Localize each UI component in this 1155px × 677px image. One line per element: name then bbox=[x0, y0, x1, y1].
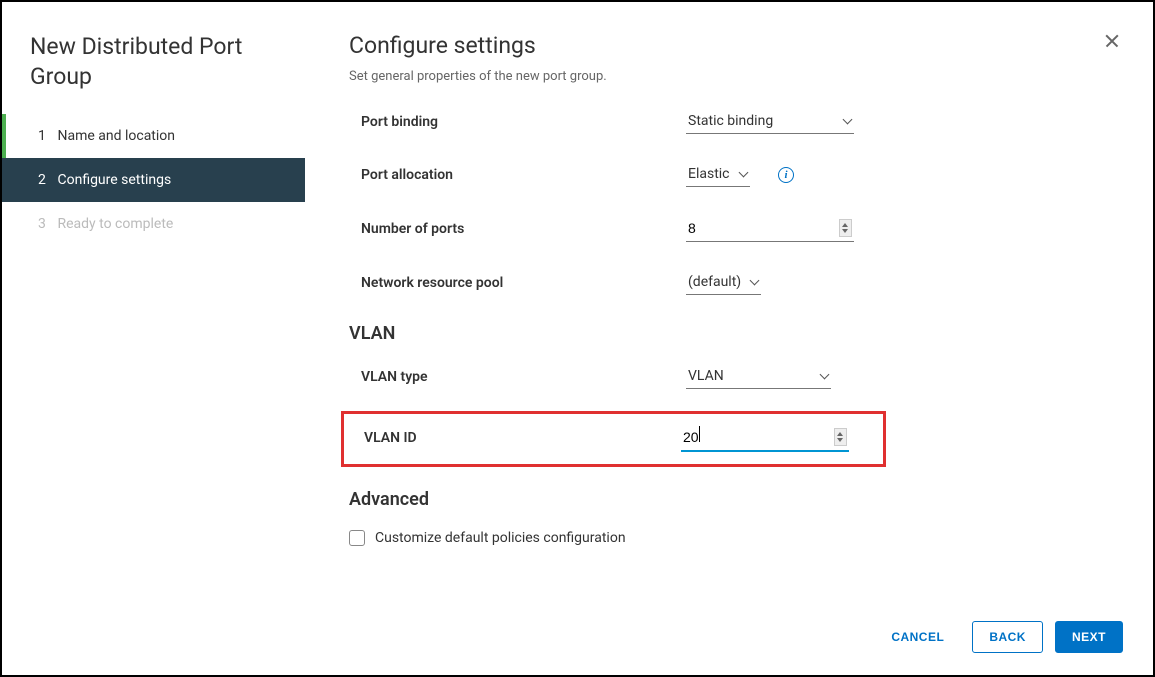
step-label: Name and location bbox=[57, 128, 175, 144]
step-configure-settings[interactable]: 2 Configure settings bbox=[2, 158, 305, 202]
page-subtitle: Set general properties of the new port g… bbox=[349, 69, 1109, 84]
next-button[interactable]: NEXT bbox=[1055, 621, 1123, 653]
port-binding-row: Port binding Static binding bbox=[361, 109, 1109, 134]
vlan-id-field[interactable] bbox=[683, 429, 834, 445]
customize-policies-checkbox[interactable] bbox=[349, 530, 365, 546]
vlan-type-label: VLAN type bbox=[361, 369, 686, 385]
network-resource-pool-select[interactable]: (default) bbox=[686, 270, 761, 295]
step-ready-to-complete: 3 Ready to complete bbox=[2, 202, 305, 246]
number-of-ports-row: Number of ports bbox=[361, 215, 1109, 242]
step-number: 2 bbox=[38, 172, 54, 188]
wizard-sidebar: New Distributed Port Group 1 Name and lo… bbox=[2, 2, 305, 675]
vlan-id-label: VLAN ID bbox=[364, 430, 681, 446]
port-binding-value: Static binding bbox=[688, 113, 773, 129]
wizard-footer: CANCEL BACK NEXT bbox=[875, 621, 1123, 653]
wizard-content: Configure settings Set general propertie… bbox=[305, 2, 1153, 675]
network-resource-pool-value: (default) bbox=[688, 274, 741, 290]
wizard-title: New Distributed Port Group bbox=[2, 32, 305, 114]
network-resource-pool-label: Network resource pool bbox=[361, 275, 686, 291]
port-allocation-row: Port allocation Elastic i bbox=[361, 162, 1109, 187]
close-icon[interactable] bbox=[1101, 30, 1123, 52]
step-name-and-location[interactable]: 1 Name and location bbox=[2, 114, 305, 158]
network-resource-pool-row: Network resource pool (default) bbox=[361, 270, 1109, 295]
wizard-steps: 1 Name and location 2 Configure settings… bbox=[2, 114, 305, 246]
advanced-section-header: Advanced bbox=[349, 489, 1109, 510]
info-icon[interactable]: i bbox=[778, 167, 794, 183]
vlan-section-header: VLAN bbox=[349, 323, 1109, 344]
customize-policies-row: Customize default policies configuration bbox=[349, 530, 1109, 546]
chevron-down-icon bbox=[819, 373, 829, 379]
vlan-type-select[interactable]: VLAN bbox=[686, 364, 831, 389]
chevron-down-icon bbox=[738, 171, 748, 177]
port-allocation-value: Elastic bbox=[688, 166, 730, 182]
text-cursor-icon bbox=[699, 426, 700, 442]
wizard-dialog: New Distributed Port Group 1 Name and lo… bbox=[0, 0, 1155, 677]
cancel-button[interactable]: CANCEL bbox=[875, 622, 960, 652]
step-label: Configure settings bbox=[57, 172, 171, 188]
port-binding-label: Port binding bbox=[361, 114, 686, 130]
vlan-id-highlight: VLAN ID bbox=[341, 411, 886, 467]
step-number: 3 bbox=[38, 216, 54, 232]
vlan-type-row: VLAN type VLAN bbox=[361, 364, 1109, 389]
vlan-type-value: VLAN bbox=[688, 368, 724, 384]
customize-policies-label: Customize default policies configuration bbox=[375, 530, 626, 546]
port-allocation-label: Port allocation bbox=[361, 167, 686, 183]
number-of-ports-field[interactable] bbox=[688, 220, 839, 236]
vlan-id-input[interactable] bbox=[681, 424, 849, 452]
step-label: Ready to complete bbox=[57, 216, 173, 232]
step-number: 1 bbox=[38, 128, 54, 144]
chevron-down-icon bbox=[749, 279, 759, 285]
number-of-ports-input[interactable] bbox=[686, 215, 854, 242]
number-stepper-icon[interactable] bbox=[834, 428, 847, 446]
number-stepper-icon[interactable] bbox=[839, 219, 852, 237]
port-allocation-select[interactable]: Elastic bbox=[686, 162, 750, 187]
page-title: Configure settings bbox=[349, 32, 1109, 59]
chevron-down-icon bbox=[842, 118, 852, 124]
vlan-id-row: VLAN ID bbox=[364, 424, 875, 452]
vlan-section: VLAN type VLAN bbox=[349, 364, 1109, 389]
port-binding-select[interactable]: Static binding bbox=[686, 109, 854, 134]
number-of-ports-label: Number of ports bbox=[361, 221, 686, 237]
back-button[interactable]: BACK bbox=[972, 621, 1043, 653]
general-section: Port binding Static binding Port allocat… bbox=[349, 109, 1109, 295]
